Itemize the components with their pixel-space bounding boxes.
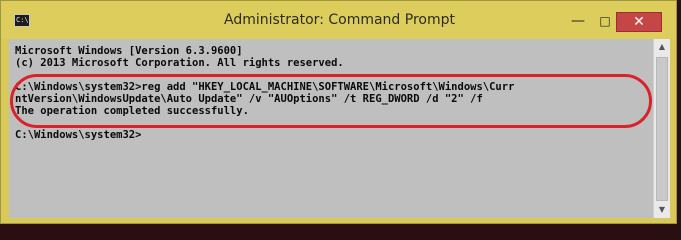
console-output[interactable]: Microsoft Windows [Version 6.3.9600] (c)… — [9, 39, 653, 218]
vertical-scrollbar[interactable]: ▲ ▼ — [653, 39, 670, 218]
console-line-command-2: ntVersion\WindowsUpdate\Auto Update" /v … — [15, 93, 483, 105]
close-button[interactable]: ✕ — [616, 12, 662, 32]
scroll-thumb[interactable] — [656, 57, 668, 201]
console-line-version: Microsoft Windows [Version 6.3.9600] — [15, 45, 243, 57]
scroll-down-arrow-icon[interactable]: ▼ — [654, 202, 670, 218]
maximize-button[interactable]: □ — [593, 12, 617, 32]
console-line-copyright: (c) 2013 Microsoft Corporation. All righ… — [15, 57, 344, 69]
title-bar[interactable]: C:\ Administrator: Command Prompt — □ ✕ — [1, 1, 676, 39]
command-prompt-window: C:\ Administrator: Command Prompt — □ ✕ … — [0, 0, 677, 224]
minimize-button[interactable]: — — [566, 12, 590, 32]
console-line-result: The operation completed successfully. — [15, 105, 249, 117]
console-line-prompt: C:\Windows\system32> — [15, 129, 142, 141]
console-line-command-1: C:\Windows\system32>reg add "HKEY_LOCAL_… — [15, 81, 515, 93]
scroll-up-arrow-icon[interactable]: ▲ — [654, 39, 670, 55]
